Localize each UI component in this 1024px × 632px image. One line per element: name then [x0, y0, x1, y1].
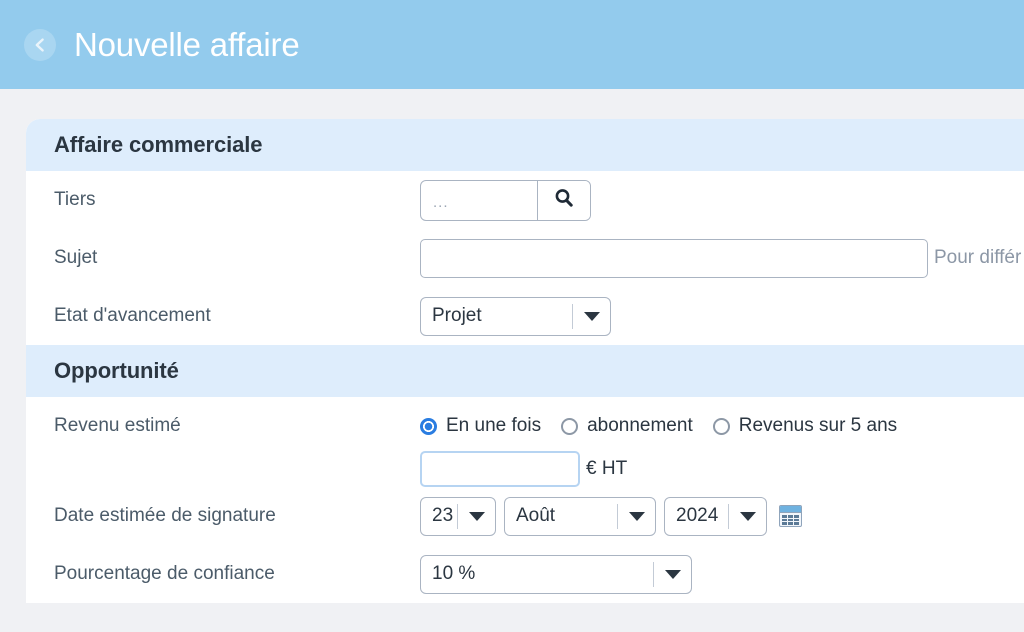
- page-header: Nouvelle affaire: [0, 0, 1024, 89]
- revenu-amount-line: € HT: [420, 451, 897, 487]
- radio-en-une-fois[interactable]: En une fois: [420, 415, 541, 437]
- chevron-left-icon: [31, 36, 49, 54]
- date-year-value: 2024: [676, 505, 719, 526]
- revenu-amount-unit: € HT: [586, 458, 628, 479]
- tiers-search-group: ...: [420, 179, 591, 221]
- chevron-down-icon: [617, 503, 655, 529]
- page-title: Nouvelle affaire: [74, 25, 300, 63]
- label-pourcentage-confiance: Pourcentage de confiance: [54, 563, 275, 584]
- date-year-select[interactable]: 2024: [664, 496, 767, 536]
- label-revenu-estime: Revenu estimé: [54, 415, 181, 436]
- radio-revenus-sur-5-ans[interactable]: Revenus sur 5 ans: [712, 415, 898, 437]
- sujet-helper-text: Pour différ: [934, 247, 1022, 268]
- calendar-icon[interactable]: [779, 505, 802, 527]
- form-row-date-signature: Date estimée de signature 23 Août 2024: [26, 487, 1024, 545]
- radio-mark-icon: [420, 417, 437, 435]
- section-body-opportunite: Revenu estimé En une fois abonnement Rev…: [26, 397, 1024, 603]
- etat-avancement-select[interactable]: Projet: [420, 296, 611, 336]
- date-month-select[interactable]: Août: [504, 496, 656, 536]
- date-day-value: 23: [432, 505, 454, 526]
- label-etat-avancement: Etat d'avancement: [54, 305, 211, 326]
- section-title: Opportunité: [54, 358, 179, 383]
- label-tiers: Tiers: [54, 189, 96, 210]
- radio-mark-icon: [561, 417, 579, 435]
- section-header-affaire-commerciale: Affaire commerciale: [26, 119, 1024, 171]
- revenu-amount-input[interactable]: [420, 451, 580, 487]
- tiers-search-button[interactable]: [537, 180, 590, 220]
- tiers-input[interactable]: ...: [421, 181, 537, 220]
- section-title: Affaire commerciale: [54, 132, 263, 157]
- label-sujet: Sujet: [54, 247, 98, 268]
- pourcentage-confiance-value: 10 %: [432, 563, 476, 584]
- radio-label: abonnement: [587, 415, 693, 436]
- form-row-pourcentage-confiance: Pourcentage de confiance 10 %: [26, 545, 1024, 603]
- field-pourcentage-confiance: 10 %: [420, 554, 692, 594]
- chevron-down-icon: [457, 503, 495, 529]
- pourcentage-confiance-select[interactable]: 10 %: [420, 554, 692, 594]
- radio-label: Revenus sur 5 ans: [738, 415, 898, 436]
- form-row-etat-avancement: Etat d'avancement Projet: [26, 287, 1024, 345]
- form-card: Affaire commerciale Tiers ... Sujet Pour…: [26, 119, 1024, 603]
- radio-abonnement[interactable]: abonnement: [561, 415, 693, 437]
- form-row-sujet: Sujet Pour différ: [26, 229, 1024, 287]
- field-revenu-estime: En une fois abonnement Revenus sur 5 ans…: [420, 411, 897, 487]
- field-etat-avancement: Projet: [420, 296, 611, 336]
- revenu-radio-group: En une fois abonnement Revenus sur 5 ans: [420, 411, 897, 441]
- date-month-value: Août: [516, 505, 556, 526]
- radio-mark-icon: [712, 417, 730, 435]
- section-header-opportunite: Opportunité: [26, 345, 1024, 397]
- form-row-tiers: Tiers ...: [26, 171, 1024, 229]
- field-date-signature: 23 Août 2024: [420, 496, 802, 536]
- etat-avancement-value: Projet: [432, 305, 482, 326]
- sujet-input[interactable]: [420, 238, 928, 278]
- form-row-revenu-estime: Revenu estimé En une fois abonnement Rev…: [26, 397, 1024, 487]
- chevron-down-icon: [728, 503, 766, 529]
- field-sujet: Pour différ: [420, 238, 1022, 278]
- chevron-down-icon: [572, 303, 610, 329]
- field-tiers: ...: [420, 179, 591, 221]
- back-button[interactable]: [24, 28, 56, 61]
- chevron-down-icon: [653, 561, 691, 587]
- radio-label: En une fois: [446, 415, 542, 436]
- search-icon: [552, 186, 576, 215]
- tiers-placeholder: ...: [433, 193, 449, 211]
- label-date-signature: Date estimée de signature: [54, 505, 276, 526]
- section-body-affaire-commerciale: Tiers ... Sujet Pour différ Etat d'avanc…: [26, 171, 1024, 345]
- date-day-select[interactable]: 23: [420, 496, 496, 536]
